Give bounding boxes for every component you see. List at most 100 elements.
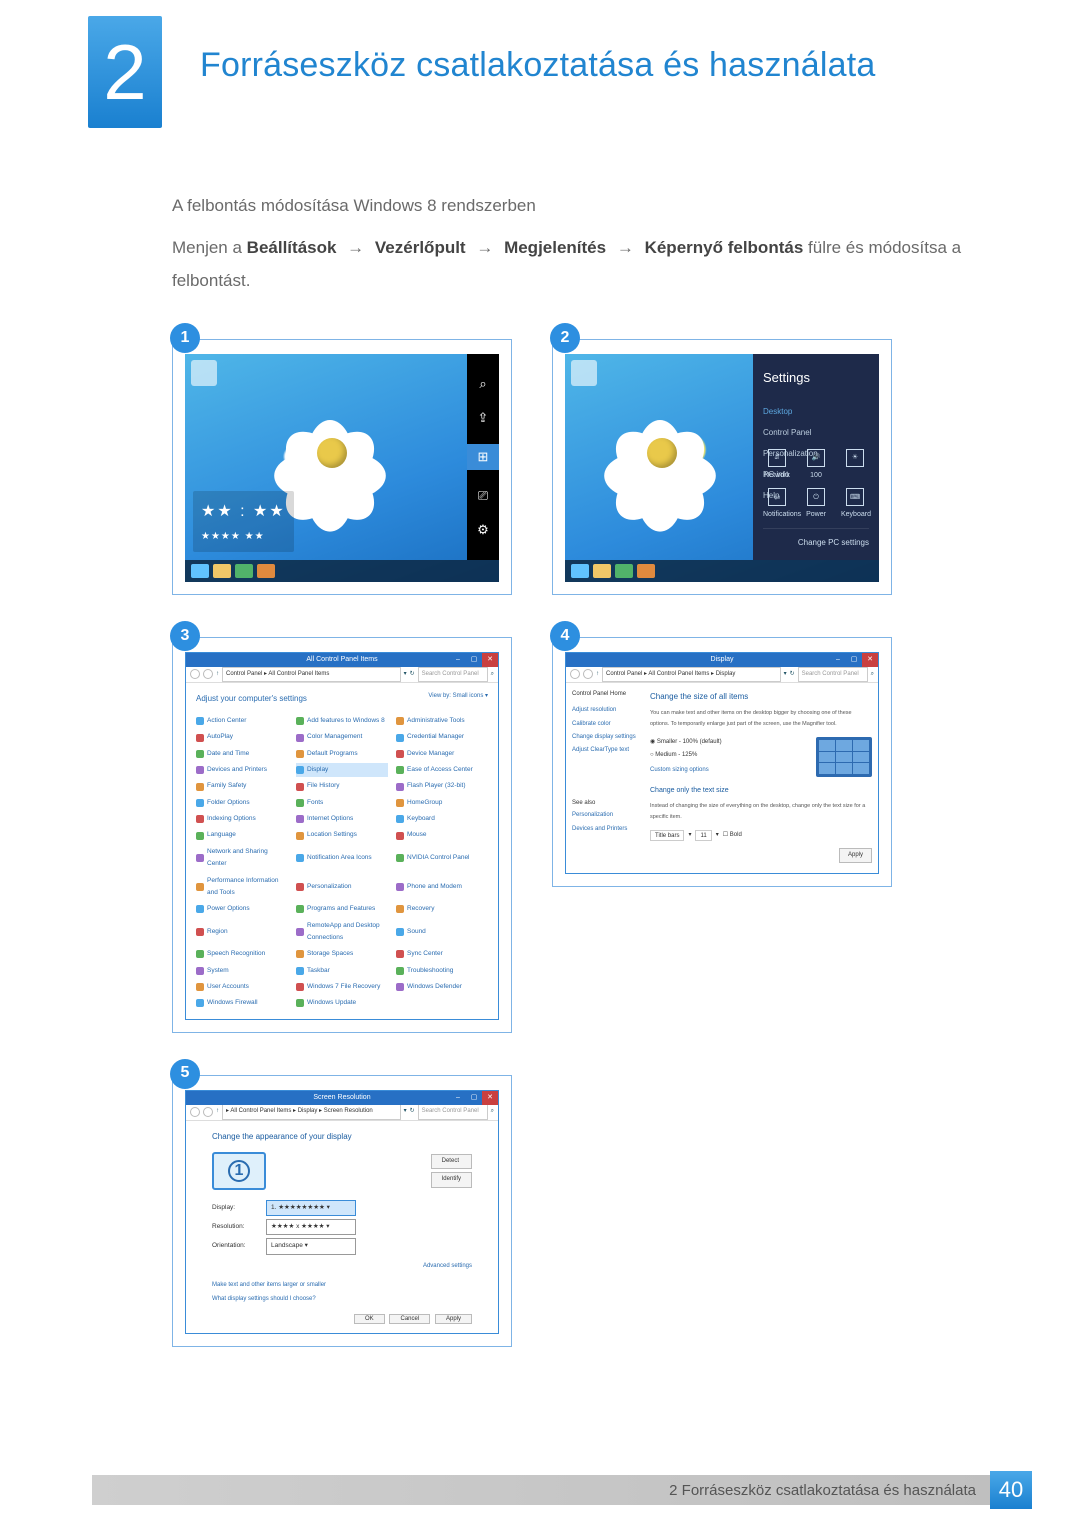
control-panel-item[interactable]: Network and Sharing Center — [196, 845, 288, 872]
control-panel-item[interactable]: Display — [296, 763, 388, 777]
display-select[interactable]: 1. ★★★★★★★★ ▾ — [266, 1200, 356, 1216]
size-select[interactable]: 11 — [695, 830, 711, 841]
start-icon[interactable]: ⊞ — [467, 444, 499, 470]
control-panel-item[interactable]: Troubleshooting — [396, 964, 488, 978]
control-panel-item[interactable]: Folder Options — [196, 796, 288, 810]
control-panel-item[interactable]: Phone and Modem — [396, 874, 488, 901]
control-panel-item[interactable]: Performance Information and Tools — [196, 874, 288, 901]
control-panel-item[interactable]: Default Programs — [296, 747, 388, 761]
control-panel-item[interactable]: Administrative Tools — [396, 714, 488, 728]
back-button[interactable] — [190, 669, 200, 679]
orientation-select[interactable]: Landscape ▾ — [266, 1238, 356, 1254]
control-panel-item[interactable]: HomeGroup — [396, 796, 488, 810]
control-panel-item[interactable]: Windows 7 File Recovery — [296, 980, 388, 994]
control-panel-item[interactable]: System — [196, 964, 288, 978]
control-panel-item[interactable]: Windows Firewall — [196, 996, 288, 1010]
forward-button[interactable] — [203, 1107, 213, 1117]
minimize-button[interactable]: – — [450, 1091, 466, 1105]
control-panel-item[interactable]: Windows Update — [296, 996, 388, 1010]
control-panel-item[interactable]: Devices and Printers — [196, 763, 288, 777]
control-panel-item[interactable]: Sound — [396, 919, 488, 946]
brightness-icon[interactable]: ☀ — [841, 449, 869, 482]
control-panel-item[interactable]: AutoPlay — [196, 730, 288, 744]
control-panel-item[interactable]: Family Safety — [196, 779, 288, 793]
item-select[interactable]: Title bars — [650, 830, 684, 841]
search-icon[interactable]: ⌕ — [491, 669, 494, 680]
control-panel-item[interactable]: Taskbar — [296, 964, 388, 978]
control-panel-item[interactable]: Indexing Options — [196, 812, 288, 826]
control-panel-item[interactable]: Action Center — [196, 714, 288, 728]
back-button[interactable] — [190, 1107, 200, 1117]
control-panel-item[interactable]: Device Manager — [396, 747, 488, 761]
ie-icon[interactable] — [571, 564, 589, 578]
ie-icon[interactable] — [191, 564, 209, 578]
devices-printers-link[interactable]: Devices and Printers — [572, 823, 642, 836]
minimize-button[interactable]: – — [830, 653, 846, 667]
recycle-bin-icon[interactable] — [191, 360, 217, 386]
close-button[interactable]: ✕ — [482, 653, 498, 667]
control-panel-item[interactable]: Color Management — [296, 730, 388, 744]
change-display-settings-link[interactable]: Change display settings — [572, 731, 642, 744]
detect-button[interactable]: Detect — [431, 1154, 472, 1169]
search-icon[interactable]: ⌕ — [871, 669, 874, 680]
close-button[interactable]: ✕ — [862, 653, 878, 667]
control-panel-home-link[interactable]: Control Panel Home — [572, 689, 642, 700]
control-panel-item[interactable]: Recovery — [396, 902, 488, 916]
media-icon[interactable] — [637, 564, 655, 578]
resolution-select[interactable]: ★★★★ x ★★★★ ▾ — [266, 1219, 356, 1235]
volume-icon[interactable]: 🔊100 — [802, 449, 830, 482]
control-panel-item[interactable]: Location Settings — [296, 828, 388, 842]
control-panel-item[interactable]: Mouse — [396, 828, 488, 842]
breadcrumb[interactable]: Control Panel ▸ All Control Panel Items … — [602, 667, 781, 682]
advanced-settings-link[interactable]: Advanced settings — [212, 1261, 472, 1272]
identify-button[interactable]: Identify — [431, 1172, 472, 1187]
bold-checkbox[interactable]: ☐ Bold — [723, 830, 742, 841]
control-panel-item[interactable]: Region — [196, 919, 288, 946]
forward-button[interactable] — [203, 669, 213, 679]
control-panel-item[interactable]: RemoteApp and Desktop Connections — [296, 919, 388, 946]
maximize-button[interactable]: ▢ — [466, 1091, 482, 1105]
settings-icon[interactable]: ⚙ — [475, 522, 491, 538]
control-panel-item[interactable]: Sync Center — [396, 947, 488, 961]
display-help-link[interactable]: What display settings should I choose? — [212, 1294, 472, 1305]
explorer-icon[interactable] — [213, 564, 231, 578]
back-button[interactable] — [570, 669, 580, 679]
maximize-button[interactable]: ▢ — [846, 653, 862, 667]
search-icon[interactable]: ⌕ — [475, 376, 491, 392]
view-by-dropdown[interactable]: View by: Small icons ▾ — [428, 691, 488, 702]
apply-button[interactable]: Apply — [839, 848, 872, 863]
store-icon[interactable] — [615, 564, 633, 578]
share-icon[interactable]: ⇪ — [475, 410, 491, 426]
notifications-icon[interactable]: ▭Notifications — [763, 488, 791, 521]
adjust-resolution-link[interactable]: Adjust resolution — [572, 704, 642, 717]
control-panel-item[interactable]: Power Options — [196, 902, 288, 916]
apply-button[interactable]: Apply — [435, 1314, 472, 1324]
network-icon[interactable]: ⇵Network — [763, 449, 791, 482]
custom-sizing-link[interactable]: Custom sizing options — [650, 767, 709, 773]
personalization-link[interactable]: Personalization — [572, 809, 642, 822]
control-panel-item[interactable]: Speech Recognition — [196, 947, 288, 961]
recycle-bin-icon[interactable] — [571, 360, 597, 386]
calibrate-color-link[interactable]: Calibrate color — [572, 718, 642, 731]
control-panel-item[interactable]: Add features to Windows 8 — [296, 714, 388, 728]
forward-button[interactable] — [583, 669, 593, 679]
control-panel-item[interactable]: Keyboard — [396, 812, 488, 826]
monitor-icon[interactable]: 1 — [212, 1152, 266, 1190]
search-input[interactable]: Search Control Panel — [418, 1104, 488, 1119]
control-panel-item[interactable]: File History — [296, 779, 388, 793]
control-panel-item[interactable]: Date and Time — [196, 747, 288, 761]
search-icon[interactable]: ⌕ — [491, 1106, 494, 1117]
keyboard-icon[interactable]: ⌨Keyboard — [841, 488, 869, 521]
control-panel-item[interactable]: User Accounts — [196, 980, 288, 994]
maximize-button[interactable]: ▢ — [466, 653, 482, 667]
settings-item-desktop[interactable]: Desktop — [763, 401, 869, 422]
control-panel-item[interactable]: NVIDIA Control Panel — [396, 845, 488, 872]
control-panel-item[interactable]: Credential Manager — [396, 730, 488, 744]
search-input[interactable]: Search Control Panel — [798, 667, 868, 682]
text-size-link[interactable]: Make text and other items larger or smal… — [212, 1280, 472, 1291]
store-icon[interactable] — [235, 564, 253, 578]
power-icon[interactable]: ⏻Power — [802, 488, 830, 521]
media-icon[interactable] — [257, 564, 275, 578]
control-panel-item[interactable]: Internet Options — [296, 812, 388, 826]
control-panel-item[interactable]: Personalization — [296, 874, 388, 901]
